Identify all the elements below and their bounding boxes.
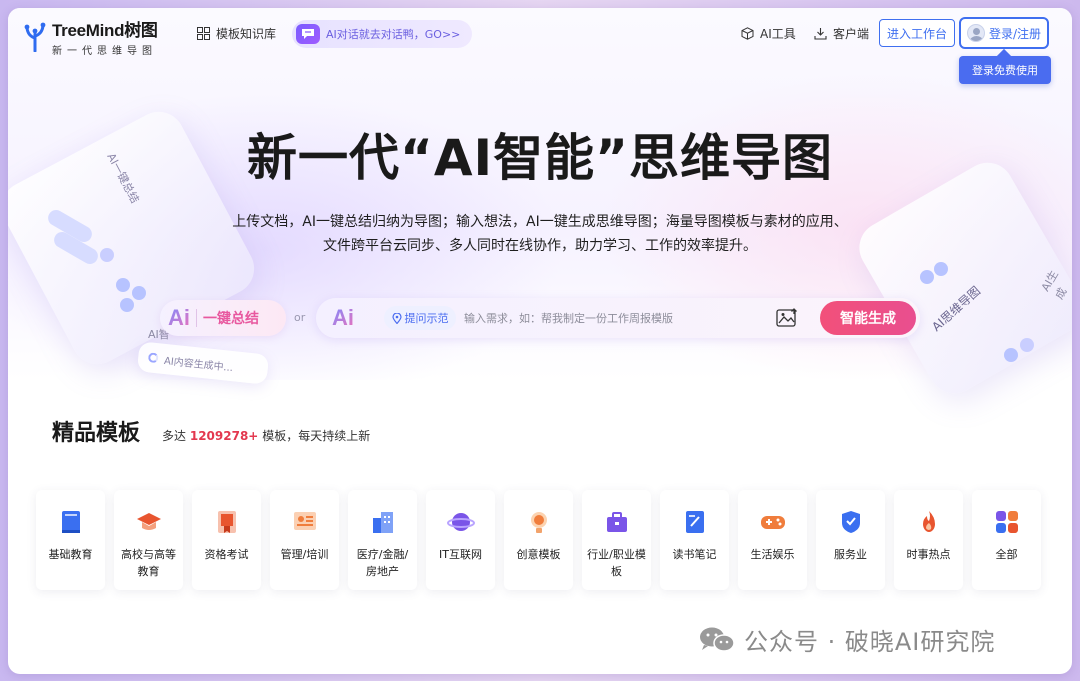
one-click-summary-label: 一键总结 [203,311,259,327]
template-category-card[interactable]: 读书笔记 [660,490,729,590]
decorative-shape [934,262,948,276]
gamepad-icon [760,516,785,529]
top-navbar: TreeMind树图 新一代思维导图 模板知识库 AI对话就去对话鸭，GO>> [8,8,1072,60]
nav-template-kb-label: 模板知识库 [216,27,277,41]
template-category-card[interactable]: 时事热点 [894,490,963,590]
template-category-card[interactable]: 行业/职业模板 [582,490,651,590]
book-icon [61,511,80,533]
prompt-input[interactable] [460,304,760,332]
graduation-cap-icon [136,513,161,530]
ai-prompt-bar: Ai 提问示范 智能生成 [316,298,920,338]
template-category-label: 读书笔记 [672,548,717,561]
template-category-label: 时事热点 [906,548,951,561]
loading-ring-icon [147,352,159,364]
presentation-icon [293,512,316,530]
nav-ai-tools-label: AI工具 [760,27,796,41]
decorative-progress-text: AI内容生成中... [163,355,234,374]
prompt-example-label: 提问示范 [404,312,449,325]
templates-section-title: 精品模板 [52,421,141,446]
hero-title: 新一代“AI智能”思维导图 [246,129,834,187]
lightbulb-icon [530,512,547,533]
one-click-summary-button[interactable]: Ai 一键总结 [160,300,286,336]
enter-workbench-button[interactable]: 进入工作台 [879,19,955,47]
template-category-grid: 基础教育 高校与高等教育 资格考试 管理/培训 医疗/金融/房地产 IT互联网 创意模板 行业… [36,490,1041,590]
template-category-label: 生活娱乐 [750,548,795,561]
buildings-icon [372,512,393,533]
login-register-label: 登录/注册 [988,26,1042,41]
login-tooltip: 登录免费使用 [959,56,1051,84]
templates-count: 1209278+ [189,429,259,443]
grid-dots-icon [995,511,1018,533]
hero-description: 上传文档，AI一键总结归纳为导图；输入想法，AI一键生成思维导图；海量导图模板与… [232,214,848,254]
decorative-shape [1004,348,1018,362]
templates-sub-prefix: 多达 [162,429,187,443]
nav-client-download[interactable]: 客户端 [814,25,869,42]
logo-cn-name: 树图 [124,21,158,40]
notebook-icon [685,511,704,533]
decorative-shape [1020,338,1034,352]
template-category-label: IT互联网 [439,548,482,561]
download-icon [814,28,827,40]
image-upload-icon[interactable] [776,308,798,328]
or-separator: or [294,311,306,324]
ai-chat-promo-link[interactable]: AI对话就去对话鸭，GO>> [292,20,472,48]
browser-window: AI一键总结 AI智 AI内容生成中... AI思维导图 AI生成 TreeMi… [8,8,1072,674]
logo-name: TreeMind [52,21,125,40]
template-category-label: 行业/职业模板 [587,548,646,578]
template-category-card[interactable]: 资格考试 [192,490,261,590]
decorative-shape [132,286,146,300]
divider [196,309,197,327]
planet-icon [446,513,475,531]
template-category-label: 资格考试 [204,548,249,561]
template-category-label: 创意模板 [516,548,561,561]
decorative-shape [120,298,134,312]
template-category-card[interactable]: 生活娱乐 [738,490,807,590]
template-category-card[interactable]: 管理/培训 [270,490,339,590]
login-register-button[interactable]: 登录/注册 [959,17,1049,49]
decorative-shape [920,270,934,284]
template-category-label: 服务业 [834,548,867,561]
flame-icon [922,511,935,532]
template-category-card[interactable]: 基础教育 [36,490,105,590]
smart-generate-button[interactable]: 智能生成 [820,301,916,335]
nav-client-label: 客户端 [833,27,870,41]
service-badge-icon [841,511,860,533]
template-category-card[interactable]: 高校与高等教育 [114,490,183,590]
wechat-watermark: 公众号 · 破晓AI研究院 [698,622,995,657]
cube-icon [741,27,754,40]
wechat-icon [700,627,735,652]
templates-section-subtitle: 多达 1209278+ 模板，每天持续上新 [162,427,370,444]
location-pin-icon [391,312,402,324]
templates-sub-suffix: 模板，每天持续上新 [262,429,371,443]
nav-ai-tools[interactable]: AI工具 [741,25,796,42]
template-category-card[interactable]: 全部 [972,490,1041,590]
tree-logo-icon [24,22,46,52]
decorative-shape [116,278,130,292]
template-category-card[interactable]: 医疗/金融/房地产 [348,490,417,590]
watermark-text: 公众号 · 破晓AI研究院 [744,628,996,656]
ai-logo-icon: Ai [332,305,354,330]
briefcase-icon [606,512,627,532]
logo-tagline: 新一代思维导图 [52,46,157,57]
template-category-label: 医疗/金融/房地产 [356,548,409,578]
nav-template-kb[interactable]: 模板知识库 [197,25,276,42]
grid-icon [197,27,210,40]
ai-logo-icon: Ai [168,305,190,330]
ai-chat-promo-label: AI对话就去对话鸭，GO>> [326,28,461,41]
template-category-card[interactable]: 创意模板 [504,490,573,590]
template-category-label: 基础教育 [48,548,93,561]
certificate-icon [217,511,236,533]
template-category-card[interactable]: 服务业 [816,490,885,590]
template-category-label: 管理/培训 [280,548,329,561]
prompt-example-chip[interactable]: 提问示范 [384,306,456,330]
treemind-logo[interactable]: TreeMind树图 新一代思维导图 [24,16,158,57]
template-category-label: 高校与高等教育 [121,548,176,578]
chat-duck-icon [296,24,320,44]
decorative-shape [100,248,114,262]
template-category-label: 全部 [995,548,1018,561]
avatar-icon [966,24,985,42]
template-category-card[interactable]: IT互联网 [426,490,495,590]
